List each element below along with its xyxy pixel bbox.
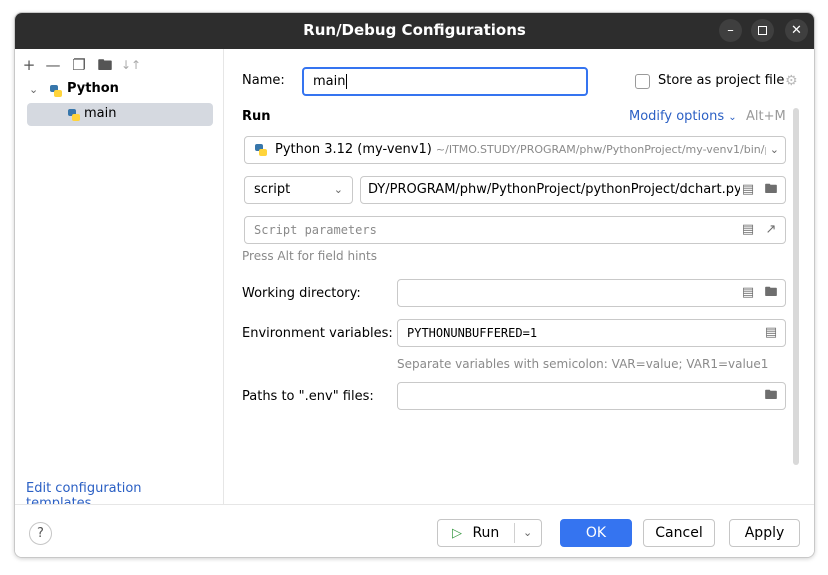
modify-options-link[interactable]: Modify options ⌄ [629,109,737,124]
dotenv-field[interactable] [397,382,786,410]
dotenv-label: Paths to ".env" files: [242,389,374,404]
window-title: Run/Debug Configurations [303,21,526,39]
new-folder-icon[interactable]: 🖿 [95,55,115,75]
maximize-icon[interactable] [751,19,774,42]
tree-item-label: main [84,106,117,121]
edit-env-icon[interactable]: ▤ [763,325,779,341]
interpreter-path: ~/ITMO.STUDY/PROGRAM/phw/PythonProject/m… [435,143,778,156]
working-dir-field[interactable] [397,279,786,307]
expand-text-icon[interactable]: ▤ [740,222,756,238]
scrollbar[interactable] [793,108,799,465]
run-button[interactable]: ▷ Run ⌄ [437,519,542,547]
env-hint: Separate variables with semicolon: VAR=v… [397,357,769,371]
python-icon [255,144,267,156]
tree-item-main[interactable]: main [27,103,213,126]
script-path-field[interactable]: DY/PROGRAM/phw/PythonProject/pythonProje… [360,176,786,204]
env-value: PYTHONUNBUFFERED=1 [407,326,538,340]
run-debug-dialog: Run/Debug Configurations – ✕ + — ❐ 🖿 ↓↑ … [14,12,815,558]
target-type-value: script [254,182,291,197]
chevron-down-icon: ⌄ [765,137,779,163]
script-params-field[interactable]: Script parameters [244,216,786,244]
add-icon[interactable]: + [19,55,39,75]
name-value: main [313,74,346,89]
section-run: Run [242,109,271,124]
sort-icon[interactable]: ↓↑ [121,55,141,75]
tree-group-python[interactable]: Python [67,81,119,96]
copy-icon[interactable]: ❐ [69,55,89,75]
chevron-down-icon: ⌄ [728,112,737,123]
script-path-value: DY/PROGRAM/phw/PythonProject/pythonProje… [368,182,742,197]
target-type-select[interactable]: script ⌄ [244,176,353,204]
folder-icon[interactable]: 🖿 [763,285,779,301]
expand-icon[interactable]: ↗ [763,222,779,238]
name-field[interactable]: main [302,67,588,96]
expand-text-icon[interactable]: ▤ [740,182,756,198]
working-dir-label: Working directory: [242,286,361,301]
title-bar: Run/Debug Configurations – ✕ [15,13,814,49]
interpreter-name: Python 3.12 (my-venv1) [275,142,432,157]
gear-icon[interactable]: ⚙ [785,73,798,89]
modify-options-label: Modify options [629,109,725,124]
env-field[interactable]: PYTHONUNBUFFERED=1 [397,319,786,347]
cancel-button[interactable]: Cancel [643,519,715,547]
expand-text-icon[interactable]: ▤ [740,285,756,301]
apply-button[interactable]: Apply [729,519,800,547]
store-label[interactable]: Store as project file [658,73,784,88]
folder-icon[interactable]: 🖿 [763,388,779,404]
run-label: Run [472,525,500,541]
script-params-placeholder: Script parameters [254,223,377,237]
name-label: Name: [242,73,285,88]
help-icon[interactable]: ? [29,522,52,545]
env-label: Environment variables: [242,326,393,341]
modify-shortcut: Alt+M [746,109,786,124]
remove-icon[interactable]: — [43,55,63,75]
field-hint: Press Alt for field hints [242,249,377,263]
interpreter-select[interactable]: Python 3.12 (my-venv1) ~/ITMO.STUDY/PROG… [244,136,786,164]
python-icon [50,85,62,97]
ok-button[interactable]: OK [560,519,632,547]
close-icon[interactable]: ✕ [785,19,808,42]
run-icon: ▷ [452,526,462,541]
configurations-sidebar: + — ❐ 🖿 ↓↑ ⌄ Python main Edit configurat… [15,49,224,511]
chevron-down-icon[interactable]: ⌄ [29,83,38,96]
chevron-down-icon: ⌄ [333,183,343,196]
chevron-down-icon[interactable]: ⌄ [523,520,532,546]
folder-icon[interactable]: 🖿 [763,182,779,198]
minimize-icon[interactable]: – [719,19,742,42]
store-checkbox[interactable] [635,74,650,89]
python-icon [68,109,80,121]
